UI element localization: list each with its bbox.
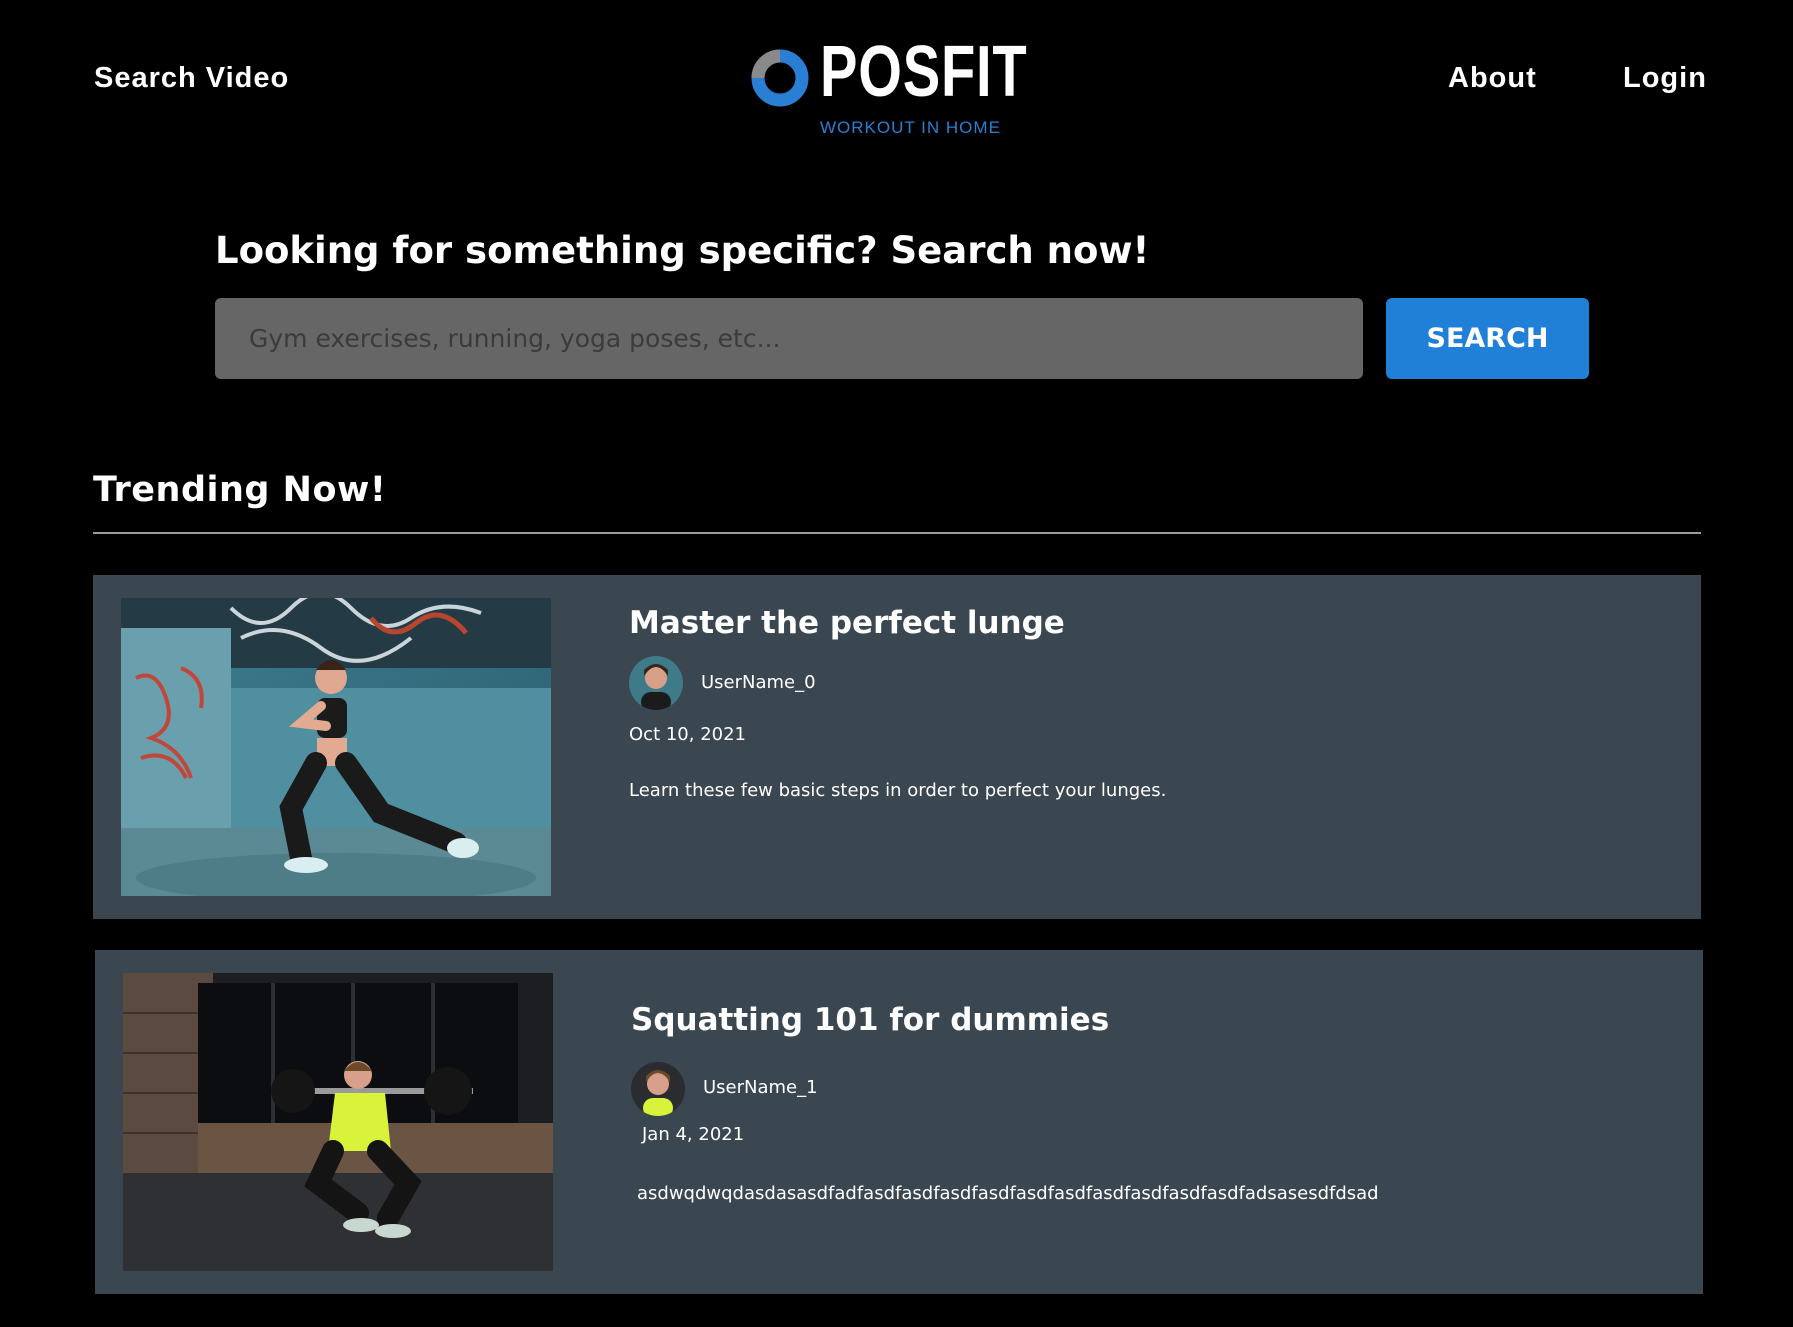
nav-search-video[interactable]: Search Video [94,62,289,95]
video-description: Learn these few basic steps in order to … [629,780,1167,801]
video-title[interactable]: Squatting 101 for dummies [631,1002,1109,1038]
user-avatar[interactable] [631,1062,685,1116]
video-card[interactable]: Squatting 101 for dummies UserName_1 Jan… [95,950,1703,1294]
logo[interactable]: POSFIT WORKOUT IN HOME [750,36,1027,144]
search-heading: Looking for something specific? Search n… [215,229,1150,272]
nav-login[interactable]: Login [1623,62,1707,95]
logo-tagline: WORKOUT IN HOME [820,118,1001,137]
user-avatar[interactable] [629,656,683,710]
username[interactable]: UserName_0 [701,672,816,693]
trending-title: Trending Now! [93,470,387,510]
nav-about[interactable]: About [1448,62,1537,95]
video-thumbnail[interactable] [123,973,553,1271]
username[interactable]: UserName_1 [703,1077,818,1098]
video-title[interactable]: Master the perfect lunge [629,605,1065,641]
search-button[interactable]: SEARCH [1386,298,1589,379]
section-divider [93,532,1701,534]
video-thumbnail[interactable] [121,598,551,896]
video-date: Jan 4, 2021 [642,1124,745,1145]
search-input[interactable] [215,298,1363,379]
logo-ring-icon [751,49,809,107]
video-date: Oct 10, 2021 [629,724,746,745]
video-description: asdwqdwqdasdasasdfadfasdfasdfasdfasdfasd… [637,1183,1379,1204]
logo-text: POSFIT [820,32,1028,112]
video-card[interactable]: Master the perfect lunge UserName_0 Oct … [93,575,1701,919]
